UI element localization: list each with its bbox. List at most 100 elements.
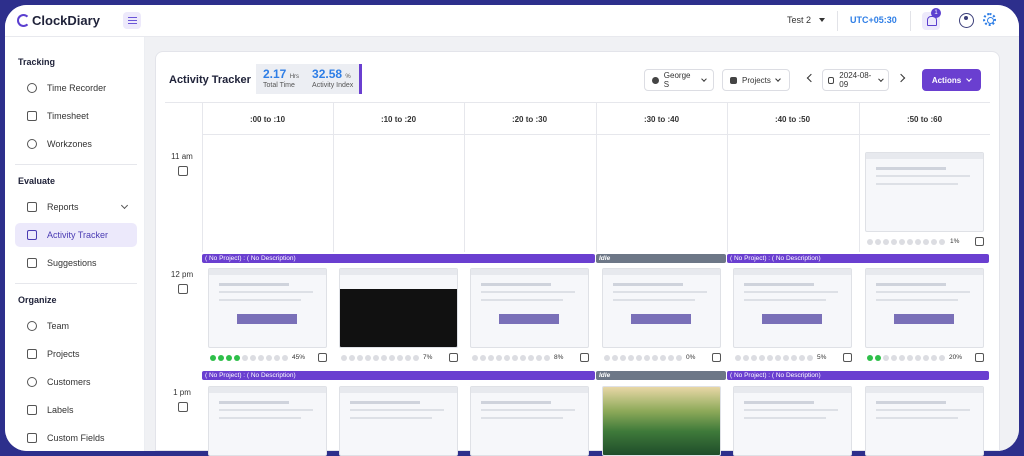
activity-screenshot[interactable] (339, 386, 458, 456)
menu-toggle-button[interactable] (123, 12, 141, 29)
hour-select-checkbox[interactable] (178, 284, 188, 294)
activity-screenshot[interactable] (208, 386, 327, 456)
column-header: :50 to :60 (906, 115, 943, 124)
screenshot-content (762, 314, 822, 324)
activity-screenshot[interactable] (733, 386, 852, 456)
screenshot-checkbox[interactable] (318, 353, 327, 362)
screenshot-checkbox[interactable] (712, 353, 721, 362)
user-filter-dropdown[interactable]: George S (644, 69, 714, 91)
idle-bar[interactable]: Idle (596, 371, 726, 380)
logo[interactable]: ClockDiary (17, 13, 100, 28)
sidebar-item-reports[interactable]: Reports (15, 195, 137, 219)
activity-dot (242, 355, 248, 361)
activity-dots (604, 355, 682, 361)
timesheet-icon (27, 111, 37, 121)
activity-dot (644, 355, 650, 361)
activity-dot (891, 355, 897, 361)
bar-chart-icon (27, 230, 37, 240)
actions-button[interactable]: Actions (922, 69, 981, 91)
sidebar-item-suggestions[interactable]: Suggestions (15, 251, 137, 275)
previous-date-icon[interactable] (806, 73, 816, 83)
screenshot-content (613, 291, 707, 293)
chevron-down-icon (701, 76, 707, 82)
activity-screenshot[interactable] (602, 386, 721, 456)
screenshot-content (603, 269, 720, 275)
project-bar[interactable]: ( No Project) : ( No Description) (202, 254, 595, 263)
activity-screenshot[interactable] (339, 268, 458, 348)
activity-dot (512, 355, 518, 361)
idle-bar[interactable]: Idle (596, 254, 726, 263)
screenshot-content (481, 401, 552, 404)
sidebar-item-labels[interactable]: Labels (15, 398, 137, 422)
activity-dot (274, 355, 280, 361)
activity-dot (931, 355, 937, 361)
screenshot-content (894, 314, 954, 324)
activity-dot (604, 355, 610, 361)
activity-screenshot[interactable] (602, 268, 721, 348)
activity-screenshot[interactable] (470, 268, 589, 348)
screenshot-content (734, 269, 851, 275)
customers-icon (27, 377, 37, 387)
activity-dot (628, 355, 634, 361)
activity-screenshot[interactable] (470, 386, 589, 456)
sidebar-item-custom-fields[interactable]: Custom Fields (15, 426, 137, 450)
activity-screenshot[interactable] (865, 152, 984, 232)
section-title-organize: Organize (18, 295, 57, 305)
sidebar-item-activity-tracker[interactable]: Activity Tracker (15, 223, 137, 247)
sidebar-item-time-recorder[interactable]: Time Recorder (15, 76, 137, 100)
activity-dot (258, 355, 264, 361)
screenshot-content (744, 417, 826, 419)
activity-screenshot[interactable] (865, 386, 984, 456)
activity-screenshot[interactable] (865, 268, 984, 348)
screenshot-content (876, 183, 958, 185)
screenshot-checkbox[interactable] (975, 353, 984, 362)
screenshot-content (481, 291, 575, 293)
project-bar[interactable]: ( No Project) : ( No Description) (202, 371, 595, 380)
screenshot-content (866, 269, 983, 275)
activity-dot (867, 355, 873, 361)
date-picker[interactable]: 2024-08-09 (822, 69, 889, 91)
workspace-selector[interactable]: Test 2 (787, 15, 826, 25)
activity-screenshot[interactable] (733, 268, 852, 348)
activity-dot (652, 355, 658, 361)
sidebar-item-team[interactable]: Team (15, 314, 137, 338)
screenshot-content (481, 409, 575, 411)
screenshot-checkbox[interactable] (449, 353, 458, 362)
user-profile-icon[interactable] (959, 13, 974, 28)
sidebar-item-projects[interactable]: Projects (15, 342, 137, 366)
activity-dot (660, 355, 666, 361)
screenshot-checkbox[interactable] (580, 353, 589, 362)
activity-dot (759, 355, 765, 361)
activity-screenshot[interactable] (208, 268, 327, 348)
activity-dot (520, 355, 526, 361)
next-date-icon[interactable] (896, 73, 906, 83)
gear-icon[interactable] (983, 13, 996, 26)
screenshot-checkbox[interactable] (843, 353, 852, 362)
screenshot-content (481, 283, 552, 286)
activity-dot (767, 355, 773, 361)
project-filter-dropdown[interactable]: Projects (722, 69, 790, 91)
divider (910, 11, 911, 31)
screenshot-checkbox[interactable] (975, 237, 984, 246)
hour-select-checkbox[interactable] (178, 166, 188, 176)
screenshot-content (219, 417, 301, 419)
timezone-label[interactable]: UTC+05:30 (850, 15, 897, 25)
activity-dot (939, 355, 945, 361)
screenshot-content (481, 417, 563, 419)
project-bar[interactable]: ( No Project) : ( No Description) (727, 371, 989, 380)
screenshot-content (481, 299, 563, 301)
sidebar-item-customers[interactable]: Customers (15, 370, 137, 394)
reports-icon (27, 202, 37, 212)
hour-select-checkbox[interactable] (178, 402, 188, 412)
sidebar-item-workzones[interactable]: Workzones (15, 132, 137, 156)
page-title: Activity Tracker (169, 74, 251, 86)
activity-dot (891, 239, 897, 245)
project-bar[interactable]: ( No Project) : ( No Description) (727, 254, 989, 263)
sidebar-item-timesheet[interactable]: Timesheet (15, 104, 137, 128)
workspace-name: Test 2 (787, 15, 812, 25)
activity-dot (883, 239, 889, 245)
total-time-stat: 2.17 Hrs Total Time (263, 67, 300, 89)
clock-logo-icon (17, 14, 30, 27)
activity-dot (218, 355, 224, 361)
screenshot-content (340, 387, 457, 393)
